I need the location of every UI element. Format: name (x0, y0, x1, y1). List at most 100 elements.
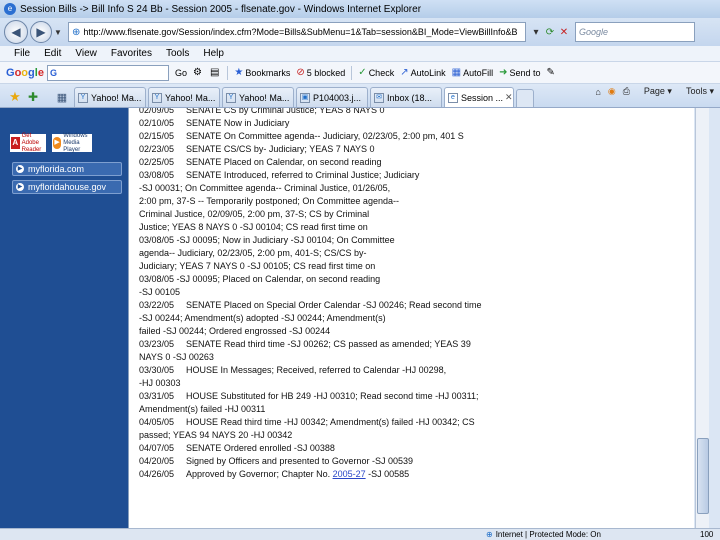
autofill-button[interactable]: ▦ AutoFill (452, 67, 493, 78)
history-row: Amendment(s) failed -HJ 00311 (139, 404, 266, 414)
history-row: 04/20/05 Signed by Officers and presented… (139, 455, 689, 468)
history-action: HOUSE Read third time -HJ 00342; Amendme… (186, 417, 475, 427)
history-row: 02/15/05 SENATE On Committee agenda-- Jud… (139, 130, 689, 143)
stop-icon[interactable]: ✕ (557, 27, 571, 38)
google-options-button[interactable]: ⚙ (193, 67, 204, 78)
chapter-law-link[interactable]: 2005-27 (333, 469, 366, 479)
popup-blocked-icon: ⊘ (296, 67, 305, 78)
tools-menu[interactable]: Tools ▾ (679, 86, 714, 97)
feeds-icon[interactable]: ◉ (608, 86, 616, 97)
history-action: SENATE Placed on Calendar, on second rea… (186, 157, 382, 167)
menu-favorites[interactable]: Favorites (111, 48, 152, 59)
tab-yahoo-mail-1[interactable]: Y Yahoo! Ma... (74, 87, 146, 107)
url-dropdown-icon[interactable]: ▾ (529, 27, 543, 38)
history-row: 03/31/05 HOUSE Substituted for HB 249 -HJ… (139, 390, 689, 403)
menu-file[interactable]: File (14, 48, 30, 59)
arrow-bullet-icon: ▶ (16, 183, 24, 191)
history-date: 03/30/05 (139, 365, 175, 375)
favorites-center-icon[interactable]: ★ (6, 87, 24, 107)
history-row: Justice; YEAS 8 NAYS 0 -SJ 00104; CS rea… (139, 222, 368, 232)
popup-blocker-button[interactable]: ⊘ 5 blocked (296, 67, 345, 78)
tab-image[interactable]: ▣ P104003.j... (296, 87, 368, 107)
title-bar: e Session Bills -> Bill Info S 24 Bb - S… (0, 0, 720, 18)
back-button[interactable]: ◀ (4, 20, 28, 44)
search-input[interactable]: Google (575, 22, 695, 42)
forward-button[interactable]: ▶ (30, 21, 52, 43)
google-toolbar: Google G Go ⚙ ▤ ★ Bookmarks ⊘ 5 blocked ✓ C… (0, 62, 720, 84)
myfloridahouse-link[interactable]: ▶ myfloridahouse.gov (12, 180, 122, 194)
history-action: SENATE On Committee agenda-- Judiciary, … (186, 131, 464, 141)
history-row: Criminal Justice, 02/09/05, 2:00 pm, 37-… (139, 209, 370, 219)
history-date: 02/15/05 (139, 131, 175, 141)
history-date: 03/08/05 (139, 170, 175, 180)
history-row: 02/25/05 SENATE Placed on Calendar, on se… (139, 156, 689, 169)
history-date: 02/25/05 (139, 157, 175, 167)
globe-icon: ⊕ (486, 530, 493, 539)
add-favorite-icon[interactable]: ✚ (24, 87, 42, 107)
tab-inbox[interactable]: ✉ Inbox (18... (370, 87, 442, 107)
pagerank-button[interactable]: ▤ (210, 67, 221, 78)
status-bar: ⊕ Internet | Protected Mode: On 100 (0, 528, 720, 540)
arrow-right-icon: ▶ (36, 25, 46, 39)
history-row: agenda-- Judiciary, 02/23/05, 2:00 pm, 4… (139, 248, 367, 258)
history-date: 02/10/05 (139, 118, 175, 128)
history-row: 02/09/05 SENATE CS by Criminal Justice; Y… (139, 108, 689, 117)
vertical-scrollbar[interactable] (695, 108, 709, 528)
new-tab-button[interactable] (516, 89, 534, 107)
history-date: 04/20/05 (139, 456, 175, 466)
scroll-thumb[interactable] (697, 438, 709, 514)
history-row: failed -SJ 00244; Ordered engrossed -SJ … (139, 326, 331, 336)
highlight-button[interactable]: ✎ (547, 67, 557, 78)
url-input[interactable]: ⊕ http://www.flsenate.gov/Session/index.… (68, 22, 526, 42)
history-action: SENATE CS/CS by- Judiciary; YEAS 7 NAYS … (186, 144, 375, 154)
menu-tools[interactable]: Tools (166, 48, 189, 59)
tab-session[interactable]: e Session ... ✕ (444, 87, 514, 107)
menu-edit[interactable]: Edit (44, 48, 61, 59)
history-action: SENATE Introduced, referred to Criminal … (186, 170, 420, 180)
menu-bar: File Edit View Favorites Tools Help (0, 46, 720, 62)
quick-tabs-icon[interactable]: ▦ (52, 87, 72, 107)
bookmarks-button[interactable]: ★ Bookmarks (234, 67, 290, 78)
menu-help[interactable]: Help (203, 48, 224, 59)
address-bar: ◀ ▶ ▼ ⊕ http://www.flsenate.gov/Session/… (0, 18, 720, 46)
adobe-reader-icon: A (11, 137, 20, 149)
history-action: Approved by Governor; Chapter No. (186, 469, 333, 479)
search-placeholder: Google (579, 27, 609, 37)
star-icon: ★ (234, 67, 244, 78)
sendto-button[interactable]: ➜ Send to (499, 67, 540, 78)
refresh-icon[interactable]: ⟳ (543, 27, 557, 38)
print-icon[interactable]: ⎙ (623, 86, 630, 97)
command-bar: ⌂ ◉ ⎙ Page ▾ Tools ▾ (588, 86, 714, 97)
close-icon[interactable]: ✕ (503, 92, 513, 103)
history-row: Judiciary; YEAS 7 NAYS 0 -SJ 00105; CS r… (139, 261, 376, 271)
ie-app-icon: e (4, 3, 16, 15)
menu-view[interactable]: View (75, 48, 97, 59)
history-date: 04/07/05 (139, 443, 175, 453)
history-row: passed; YEAS 94 NAYS 20 -HJ 00342 (139, 430, 293, 440)
page-menu[interactable]: Page ▾ (637, 86, 672, 97)
google-go-button[interactable]: Go (175, 68, 187, 78)
recent-pages-dropdown[interactable]: ▼ (54, 28, 64, 37)
history-action: SENATE Placed on Special Order Calendar … (186, 300, 482, 310)
google-search-input[interactable]: G (46, 64, 169, 81)
page-icon: ⊕ (72, 26, 81, 38)
security-zone[interactable]: ⊕ Internet | Protected Mode: On (486, 530, 601, 539)
windows-media-player-link[interactable]: ▶ Windows Media Player (52, 133, 92, 153)
autofill-icon: ▦ (451, 67, 462, 78)
tab-yahoo-mail-2[interactable]: Y Yahoo! Ma... (148, 87, 220, 107)
history-row: NAYS 0 -SJ 00263 (139, 352, 214, 362)
history-row: -SJ 00031; On Committee agenda-- Crimina… (139, 183, 391, 193)
history-date: 03/23/05 (139, 339, 175, 349)
home-icon[interactable]: ⌂ (595, 87, 600, 97)
myflorida-link[interactable]: ▶ myflorida.com (12, 162, 122, 176)
history-action: SENATE Now in Judiciary (186, 118, 290, 128)
history-date: 03/31/05 (139, 391, 175, 401)
zoom-level[interactable]: 100 (700, 530, 713, 539)
get-adobe-reader-link[interactable]: A Get Adobe Reader (10, 133, 46, 153)
tab-yahoo-mail-3[interactable]: Y Yahoo! Ma... (222, 87, 294, 107)
history-action: Signed by Officers and presented to Gove… (186, 456, 413, 466)
autolink-button[interactable]: ↗ AutoLink (400, 67, 445, 78)
history-action: SENATE CS by Criminal Justice; YEAS 8 NA… (186, 108, 385, 115)
spellcheck-button[interactable]: ✓ Check (358, 67, 394, 78)
page-content: 02/09/05 SENATE CS by Criminal Justice; Y… (128, 108, 694, 528)
